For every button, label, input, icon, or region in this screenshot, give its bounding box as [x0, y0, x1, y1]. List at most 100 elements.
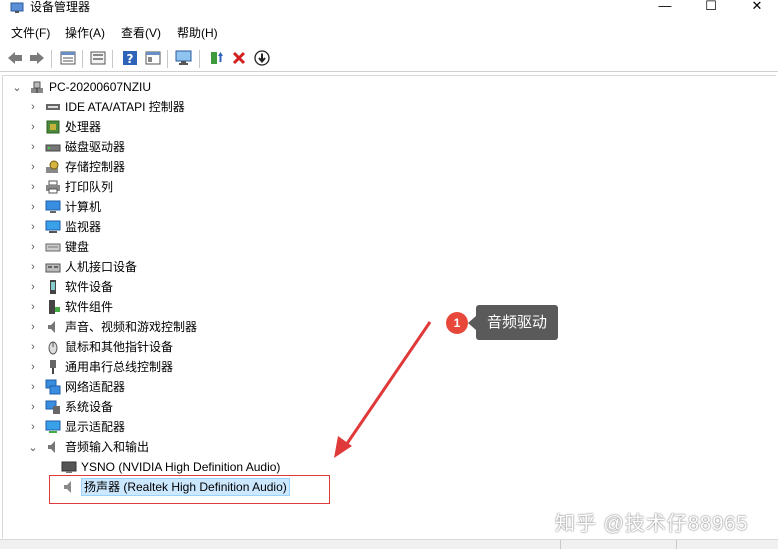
- watermark: 知乎 @技术仔88965: [555, 513, 749, 535]
- tree-item-mouse[interactable]: › 鼠标和其他指针设备: [27, 337, 173, 357]
- software-device-icon: [45, 279, 61, 295]
- menu-bar: 文件(F) 操作(A) 查看(V) 帮助(H): [0, 23, 778, 43]
- computer-name: PC-20200607NZIU: [49, 80, 152, 94]
- ide-controller-icon: [45, 99, 61, 115]
- status-bar: [0, 539, 778, 549]
- step-badge: 1: [446, 312, 468, 334]
- tree-item-sound[interactable]: › 声音、视频和游戏控制器: [27, 317, 197, 337]
- show-hidden-icon[interactable]: [89, 49, 107, 67]
- tree-item-label: 音频输入和输出: [65, 440, 150, 454]
- expand-chevron-icon[interactable]: ›: [27, 297, 39, 317]
- tree-item-label: 磁盘驱动器: [65, 140, 126, 154]
- monitor-icon: [45, 219, 61, 235]
- tree-item-network[interactable]: › 网络适配器: [27, 377, 125, 397]
- expand-chevron-icon[interactable]: ›: [27, 257, 39, 277]
- expand-chevron-icon[interactable]: ›: [27, 177, 39, 197]
- expand-chevron-icon[interactable]: ›: [27, 417, 39, 437]
- expand-chevron-icon[interactable]: ›: [27, 197, 39, 217]
- forward-icon[interactable]: [28, 49, 46, 67]
- display-adapter-icon: [45, 419, 61, 435]
- collapse-chevron-icon[interactable]: ⌄: [11, 77, 23, 97]
- tree-item-usb[interactable]: › 通用串行总线控制器: [27, 357, 173, 377]
- toolbar-separator: [199, 50, 200, 68]
- tree-item-hid[interactable]: › 人机接口设备: [27, 257, 137, 277]
- tree-item-label: 监视器: [65, 220, 102, 234]
- tree-item-label: 网络适配器: [65, 380, 126, 394]
- minimize-button[interactable]: —: [642, 0, 688, 18]
- callout-tail: [468, 316, 476, 330]
- toolbar: ?: [0, 46, 778, 72]
- expand-chevron-icon[interactable]: ›: [27, 377, 39, 397]
- system-device-icon: [45, 399, 61, 415]
- menu-file[interactable]: 文件(F): [11, 25, 50, 41]
- highlight-box: [49, 475, 330, 504]
- tree-item-label: 鼠标和其他指针设备: [65, 340, 174, 354]
- sound-icon: [45, 319, 61, 335]
- tree-item-disk[interactable]: › 磁盘驱动器: [27, 137, 125, 157]
- keyboard-icon: [45, 239, 61, 255]
- expand-chevron-icon[interactable]: ›: [27, 397, 39, 417]
- window-title: 设备管理器: [30, 0, 91, 14]
- tree-item-keyboard[interactable]: › 键盘: [27, 237, 89, 257]
- action-icon[interactable]: [144, 49, 162, 67]
- device-tree: ⌄ PC-20200607NZIU › IDE ATA/ATAPI 控制器 › …: [2, 75, 776, 538]
- toolbar-separator: [112, 50, 113, 68]
- menu-view[interactable]: 查看(V): [121, 25, 161, 41]
- tree-item-label: 系统设备: [65, 400, 114, 414]
- maximize-button[interactable]: ☐: [688, 0, 734, 18]
- tree-item-software-component[interactable]: › 软件组件: [27, 297, 113, 317]
- computer-icon: [45, 199, 61, 215]
- tree-item-audio-io[interactable]: ⌄ 音频输入和输出: [27, 437, 149, 457]
- monitor-audio-icon: [61, 459, 77, 475]
- software-component-icon: [45, 299, 61, 315]
- tree-root[interactable]: ⌄ PC-20200607NZIU: [11, 77, 151, 97]
- tree-item-computer[interactable]: › 计算机: [27, 197, 101, 217]
- svg-text:?: ?: [127, 52, 134, 66]
- tree-item-system[interactable]: › 系统设备: [27, 397, 113, 417]
- expand-chevron-icon[interactable]: ›: [27, 277, 39, 297]
- expand-chevron-icon[interactable]: ›: [27, 317, 39, 337]
- toolbar-separator: [167, 50, 168, 68]
- help-icon[interactable]: ?: [121, 49, 139, 67]
- tree-item-processor[interactable]: › 处理器: [27, 117, 101, 137]
- tree-item-label: 显示适配器: [65, 420, 126, 434]
- tree-item-label: 软件组件: [65, 300, 114, 314]
- disable-icon[interactable]: [253, 49, 271, 67]
- back-icon[interactable]: [6, 49, 24, 67]
- expand-chevron-icon[interactable]: ›: [27, 137, 39, 157]
- tree-item-label: 声音、视频和游戏控制器: [65, 320, 198, 334]
- tree-item-label: 人机接口设备: [65, 260, 138, 274]
- expand-chevron-icon[interactable]: ›: [27, 157, 39, 177]
- disk-drive-icon: [45, 139, 61, 155]
- menu-help[interactable]: 帮助(H): [177, 25, 218, 41]
- menu-action[interactable]: 操作(A): [65, 25, 105, 41]
- expand-chevron-icon[interactable]: ›: [27, 237, 39, 257]
- processor-icon: [45, 119, 61, 135]
- tree-item-ide[interactable]: › IDE ATA/ATAPI 控制器: [27, 97, 185, 117]
- expand-chevron-icon[interactable]: ›: [27, 97, 39, 117]
- uninstall-icon[interactable]: [230, 49, 248, 67]
- update-driver-icon[interactable]: [207, 49, 225, 67]
- collapse-chevron-icon[interactable]: ⌄: [27, 437, 39, 457]
- device-manager-app-icon: [10, 2, 24, 13]
- tree-item-display-adapter[interactable]: › 显示适配器: [27, 417, 125, 437]
- tree-item-ysno-audio[interactable]: YSNO (NVIDIA High Definition Audio): [55, 457, 280, 477]
- properties-icon[interactable]: [59, 49, 77, 67]
- expand-chevron-icon[interactable]: ›: [27, 217, 39, 237]
- tree-item-label: 键盘: [65, 240, 90, 254]
- tree-item-monitor[interactable]: › 监视器: [27, 217, 101, 237]
- tree-item-label: 通用串行总线控制器: [65, 360, 174, 374]
- expand-chevron-icon[interactable]: ›: [27, 337, 39, 357]
- hid-icon: [45, 259, 61, 275]
- title-bar: 设备管理器 — ☐ ✕: [0, 0, 778, 18]
- expand-chevron-icon[interactable]: ›: [27, 357, 39, 377]
- tree-item-printer[interactable]: › 打印队列: [27, 177, 113, 197]
- tree-item-software-device[interactable]: › 软件设备: [27, 277, 113, 297]
- usb-icon: [45, 359, 61, 375]
- storage-controller-icon: [45, 159, 61, 175]
- scan-hardware-icon[interactable]: [175, 49, 193, 67]
- status-separator: [560, 540, 561, 549]
- tree-item-storage[interactable]: › 存储控制器: [27, 157, 125, 177]
- expand-chevron-icon[interactable]: ›: [27, 117, 39, 137]
- close-button[interactable]: ✕: [734, 0, 778, 18]
